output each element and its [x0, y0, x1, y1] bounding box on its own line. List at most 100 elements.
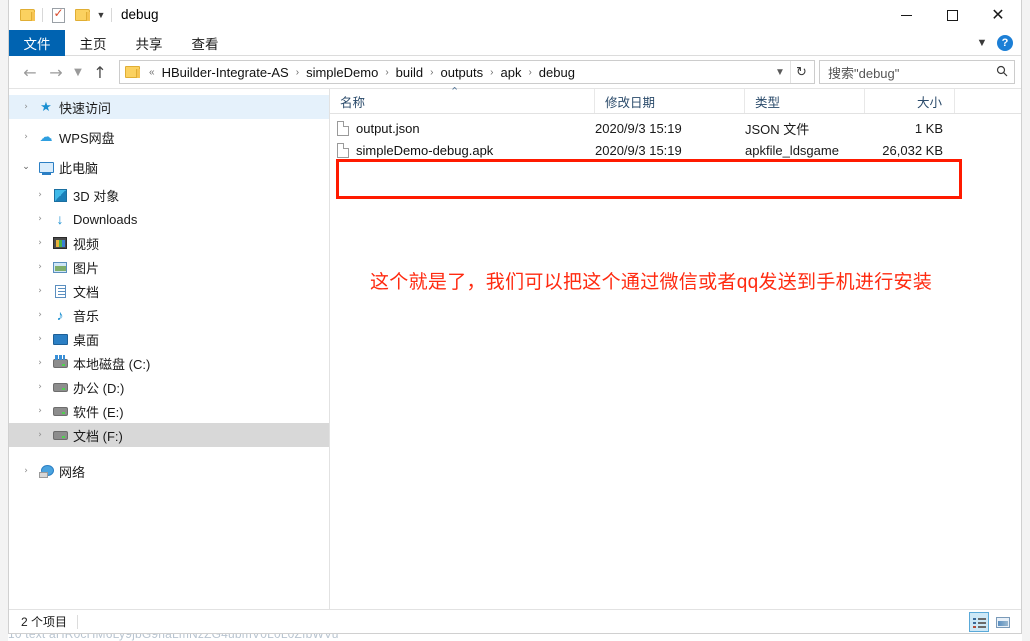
chevron-right-icon[interactable]: › [31, 262, 49, 272]
large-icons-view-icon [996, 616, 1010, 628]
chevron-right-icon[interactable]: › [31, 430, 49, 440]
breadcrumb-item-2[interactable]: build [393, 65, 426, 80]
column-header-type[interactable]: 类型 [745, 89, 865, 113]
chevron-right-icon[interactable]: › [31, 334, 49, 344]
close-icon: ✕ [991, 5, 1005, 24]
column-header-label: 名称 [340, 95, 366, 110]
sidebar-item-network[interactable]: › 网络 [9, 459, 329, 483]
sidebar-item-local-disk-c[interactable]: › 本地磁盘 (C:) [9, 351, 329, 375]
file-size: 26,032 KB [882, 142, 943, 158]
chevron-right-icon[interactable]: › [31, 214, 49, 224]
sidebar-item-downloads[interactable]: › ↓ Downloads [9, 207, 329, 231]
chevron-right-icon[interactable]: › [31, 358, 49, 368]
chevron-down-icon[interactable]: ▼ [94, 3, 108, 27]
item-count-label: 2 个项目 [21, 615, 68, 629]
sidebar-item-label: 文档 [73, 284, 100, 300]
sidebar-item-documents[interactable]: › 文档 [9, 279, 329, 303]
sidebar-item-label: 本地磁盘 (C:) [73, 356, 151, 372]
sidebar-item-3d-objects[interactable]: › 3D 对象 [9, 183, 329, 207]
sidebar-item-label: 音乐 [73, 308, 100, 324]
music-icon: ♪ [56, 307, 64, 323]
breadcrumb-item-5[interactable]: debug [536, 65, 578, 80]
sidebar-item-drive-f[interactable]: › 文档 (F:) [9, 423, 329, 447]
up-button[interactable]: ↑ [87, 59, 113, 85]
close-button[interactable]: ✕ [975, 0, 1021, 30]
breadcrumb-item-1[interactable]: simpleDemo [303, 65, 381, 80]
back-button[interactable]: ← [17, 59, 43, 85]
help-icon[interactable]: ? [997, 35, 1013, 51]
sidebar-item-drive-e[interactable]: › 软件 (E:) [9, 399, 329, 423]
chevron-right-icon[interactable]: › [31, 238, 49, 248]
drive-icon [49, 430, 71, 440]
chevron-right-icon[interactable]: › [17, 466, 35, 476]
chevron-right-icon[interactable]: › [31, 406, 49, 416]
file-list-pane: 名称 ⌃ 修改日期 类型 大小 output.json 2020/9/3 15:… [330, 86, 1021, 609]
breadcrumb-sep-3[interactable]: › [486, 67, 497, 78]
sidebar-item-videos[interactable]: › 视频 [9, 231, 329, 255]
column-header-size[interactable]: 大小 [865, 89, 955, 113]
tab-view[interactable]: 查看 [177, 30, 233, 56]
new-folder-icon[interactable] [70, 3, 94, 27]
column-header-modified[interactable]: 修改日期 [595, 89, 745, 113]
sidebar-item-music[interactable]: › ♪ 音乐 [9, 303, 329, 327]
explorer-window: ▼ debug ✕ 文件 主页 共享 查看 ▼ ? ← → ▼ ↑ « HBui… [8, 0, 1022, 634]
sidebar-item-this-pc[interactable]: ⌄ 此电脑 [9, 155, 329, 179]
details-view-button[interactable] [969, 612, 989, 632]
forward-button[interactable]: → [43, 59, 69, 85]
maximize-button[interactable] [929, 0, 975, 30]
sidebar-item-quick-access[interactable]: › ★ 快速访问 [9, 95, 329, 119]
file-modified: 2020/9/3 15:19 [595, 120, 682, 136]
breadcrumb-sep-1[interactable]: › [381, 67, 392, 78]
tab-home[interactable]: 主页 [65, 30, 121, 56]
system-drive-icon [49, 354, 71, 368]
recent-locations-icon[interactable]: ▼ [69, 59, 87, 85]
file-name: output.json [356, 120, 420, 136]
minimize-button[interactable] [883, 0, 929, 30]
chevron-right-icon[interactable]: › [31, 286, 49, 296]
sidebar-item-drive-d[interactable]: › 办公 (D:) [9, 375, 329, 399]
properties-icon[interactable] [46, 3, 70, 27]
downloads-icon: ↓ [56, 211, 64, 227]
breadcrumb-sep-4[interactable]: › [524, 67, 535, 78]
chevron-right-icon[interactable]: › [17, 132, 35, 142]
table-row[interactable]: simpleDemo-debug.apk 2020/9/3 15:19 apkf… [330, 139, 1021, 161]
chevron-right-icon[interactable]: › [17, 102, 35, 112]
navigation-pane: › ★ 快速访问 › ☁ WPS网盘 ⌄ 此电脑 › 3D 对象 › ↓ Dow… [9, 89, 330, 609]
breadcrumb[interactable]: « HBuilder-Integrate-AS › simpleDemo › b… [119, 60, 815, 84]
sidebar-item-label: 3D 对象 [73, 188, 120, 204]
breadcrumb-sep-0[interactable]: › [292, 67, 303, 78]
chevron-right-icon[interactable]: › [31, 310, 49, 320]
breadcrumb-item-4[interactable]: apk [497, 65, 524, 80]
network-icon [35, 464, 57, 478]
desktop-icon [49, 333, 71, 345]
search-icon[interactable] [994, 65, 1010, 80]
chevron-down-icon[interactable]: ⌄ [17, 162, 35, 172]
search-input[interactable]: 搜索"debug" [819, 60, 1015, 84]
table-row[interactable]: output.json 2020/9/3 15:19 JSON 文件 1 KB [330, 117, 1021, 139]
sort-ascending-icon: ⌃ [450, 86, 460, 98]
status-divider [77, 614, 79, 629]
body-split: › ★ 快速访问 › ☁ WPS网盘 ⌄ 此电脑 › 3D 对象 › ↓ Dow… [9, 86, 1021, 609]
toolbar-divider-2 [111, 8, 112, 22]
chevron-right-icon[interactable]: › [31, 190, 49, 200]
tab-share[interactable]: 共享 [121, 30, 177, 56]
breadcrumb-sep-2[interactable]: › [426, 67, 437, 78]
breadcrumb-dropdown-icon[interactable]: ▼ [770, 67, 790, 78]
file-size: 1 KB [914, 120, 943, 136]
folder-icon[interactable] [15, 3, 39, 27]
sidebar-item-pictures[interactable]: › 图片 [9, 255, 329, 279]
window-controls: ✕ [883, 0, 1021, 30]
breadcrumb-item-0[interactable]: HBuilder-Integrate-AS [159, 65, 292, 80]
sidebar-item-desktop[interactable]: › 桌面 [9, 327, 329, 351]
file-modified: 2020/9/3 15:19 [595, 142, 682, 158]
sidebar-item-label: 视频 [73, 236, 100, 252]
breadcrumb-item-3[interactable]: outputs [437, 65, 486, 80]
tab-file[interactable]: 文件 [9, 30, 65, 56]
column-header-name[interactable]: 名称 ⌃ [330, 86, 595, 113]
large-icons-view-button[interactable] [993, 612, 1013, 632]
expand-ribbon-icon[interactable]: ▼ [975, 37, 989, 49]
details-view-icon [972, 617, 986, 628]
chevron-right-icon[interactable]: › [31, 382, 49, 392]
sidebar-item-wps-cloud[interactable]: › ☁ WPS网盘 [9, 125, 329, 149]
refresh-button[interactable]: ↻ [790, 61, 812, 83]
